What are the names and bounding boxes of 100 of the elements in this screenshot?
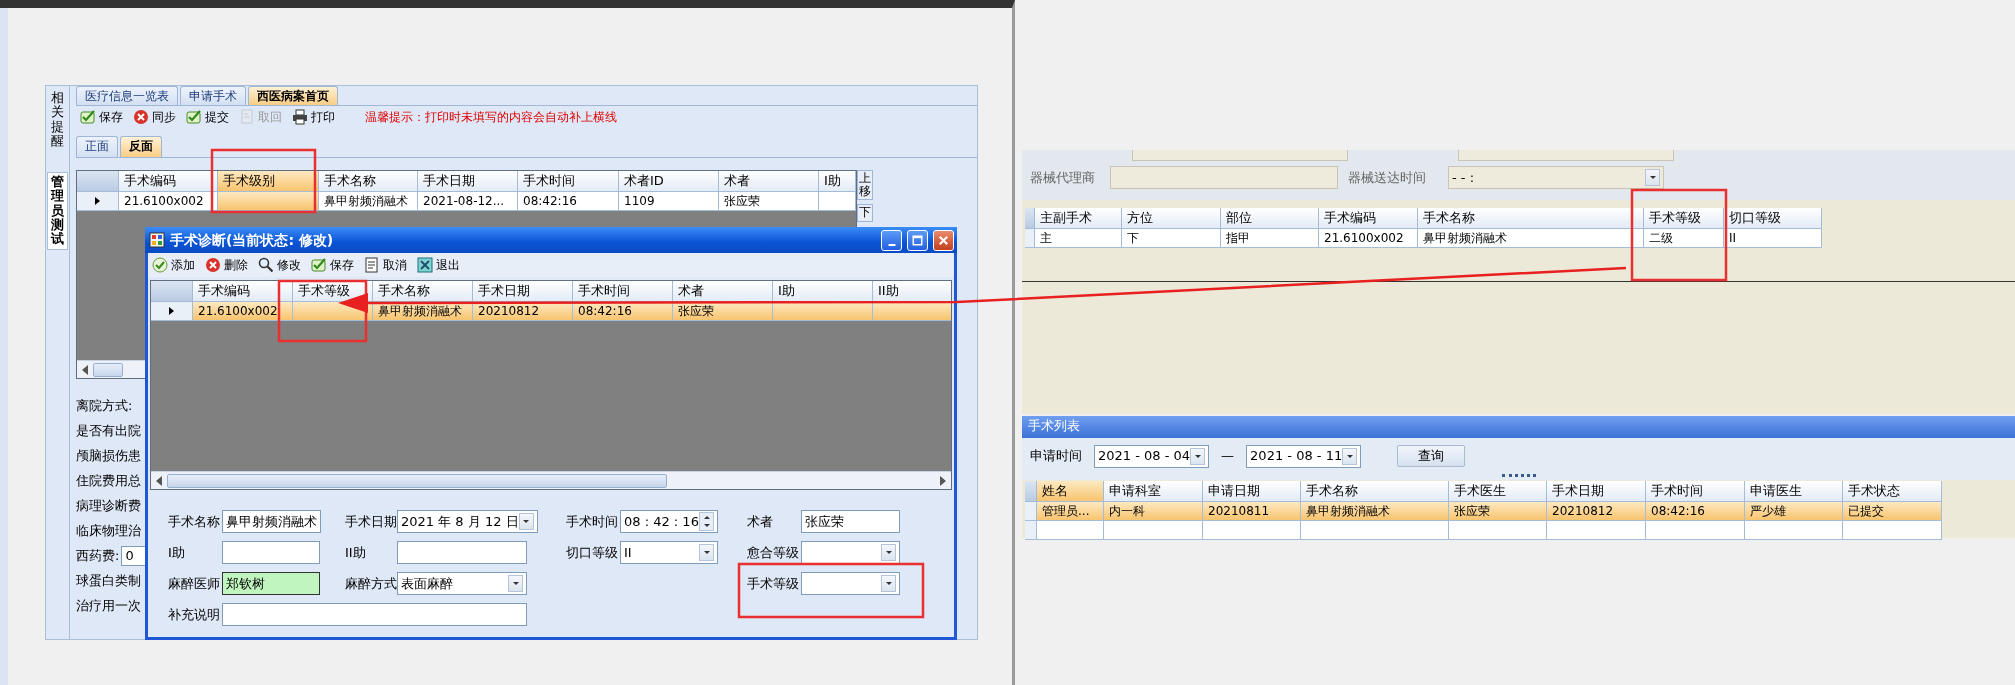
column-header[interactable]: 术者 bbox=[673, 281, 773, 302]
exit-icon bbox=[417, 257, 433, 273]
scroll-left-icon[interactable] bbox=[82, 364, 88, 375]
toolbar-button[interactable]: 同步 bbox=[133, 109, 176, 125]
column-header[interactable]: 手术名称 bbox=[1418, 208, 1644, 229]
field-label: 切口等级 bbox=[566, 544, 619, 561]
toolbar-button[interactable]: 修改 bbox=[258, 257, 301, 273]
field-label: 麻醉方式 bbox=[345, 575, 397, 592]
column-header[interactable]: 手术级别 bbox=[218, 171, 319, 192]
table-cell: 20210811 bbox=[1203, 501, 1301, 521]
toolbar-button[interactable]: 删除 bbox=[205, 257, 248, 273]
column-header[interactable]: 手术名称 bbox=[1301, 481, 1449, 502]
tab[interactable]: 医疗信息一览表 bbox=[76, 86, 178, 105]
toolbar-button[interactable]: 取消 bbox=[364, 257, 407, 273]
column-header[interactable]: 手术日期 bbox=[1547, 481, 1646, 502]
column-header[interactable]: 姓名 bbox=[1037, 481, 1104, 502]
column-header[interactable]: 手术医生 bbox=[1449, 481, 1547, 502]
column-header[interactable]: II助 bbox=[873, 281, 951, 302]
maximize-button[interactable] bbox=[907, 229, 928, 251]
dropdown-field[interactable]: 2021 年 8 月 12 日 bbox=[397, 510, 538, 533]
table-cell: 1109 bbox=[619, 191, 719, 211]
column-header[interactable]: 手术编码 bbox=[1319, 208, 1418, 229]
horizontal-scrollbar[interactable] bbox=[151, 471, 951, 489]
column-header[interactable]: 手术状态 bbox=[1843, 481, 1942, 502]
input-field[interactable]: 鼻甲射频消融术 bbox=[222, 510, 321, 533]
table-cell: 管理员... bbox=[1037, 501, 1104, 521]
check-icon bbox=[80, 109, 96, 125]
scroll-left-icon[interactable] bbox=[156, 475, 162, 486]
input-field[interactable]: 郑钦树 bbox=[222, 572, 320, 595]
dropdown-field[interactable] bbox=[801, 572, 900, 595]
column-header[interactable]: 手术等级 bbox=[1644, 208, 1724, 229]
form-label: 是否有出院 bbox=[76, 422, 141, 439]
minimize-button[interactable] bbox=[881, 229, 902, 251]
column-header[interactable]: 术者 bbox=[719, 171, 819, 192]
column-header[interactable]: 术者ID bbox=[619, 171, 719, 192]
input-field[interactable] bbox=[1458, 150, 1674, 161]
column-header[interactable]: 手术编码 bbox=[193, 281, 293, 302]
column-header[interactable]: 手术时间 bbox=[518, 171, 619, 192]
scroll-thumb[interactable] bbox=[167, 473, 667, 488]
column-header[interactable]: 切口等级 bbox=[1724, 208, 1822, 229]
time-field[interactable]: 08 : 42 : 16 bbox=[620, 510, 718, 533]
row-header[interactable] bbox=[77, 191, 119, 211]
column-header[interactable]: 手术时间 bbox=[573, 281, 673, 302]
table-cell: 内一科 bbox=[1104, 501, 1203, 521]
side-tab[interactable]: 管理员测试 bbox=[47, 172, 68, 250]
column-header[interactable]: 手术日期 bbox=[418, 171, 518, 192]
field-label: II助 bbox=[345, 544, 367, 561]
search-icon bbox=[258, 257, 274, 273]
input-field[interactable]: 张应荣 bbox=[801, 510, 900, 533]
column-header[interactable]: 部位 bbox=[1221, 208, 1319, 229]
query-button[interactable]: 查询 bbox=[1397, 445, 1466, 467]
toolbar-button[interactable]: 提交 bbox=[186, 109, 229, 125]
column-header[interactable]: 手术编码 bbox=[119, 171, 218, 192]
column-header[interactable]: 主副手术 bbox=[1035, 208, 1122, 229]
scroll-thumb[interactable] bbox=[93, 362, 123, 377]
column-header[interactable]: 方位 bbox=[1122, 208, 1221, 229]
column-header[interactable]: 申请科室 bbox=[1104, 481, 1203, 502]
column-header[interactable]: I助 bbox=[819, 171, 856, 192]
sub-tab[interactable]: 正面 bbox=[76, 136, 118, 157]
toolbar-button[interactable]: 保存 bbox=[311, 257, 354, 273]
dropdown-field[interactable] bbox=[801, 541, 900, 564]
input-field[interactable] bbox=[1132, 150, 1348, 161]
check-icon bbox=[311, 257, 327, 273]
tab[interactable]: 西医病案首页 bbox=[248, 86, 338, 105]
dropdown-field[interactable]: 表面麻醉 bbox=[397, 572, 527, 595]
column-header[interactable]: 手术日期 bbox=[473, 281, 573, 302]
form-label: 颅脑损伤患 bbox=[76, 447, 141, 464]
tab[interactable]: 申请手术 bbox=[180, 86, 246, 105]
toolbar-button[interactable]: 保存 bbox=[80, 109, 123, 125]
field-label: 术者 bbox=[747, 513, 774, 530]
dropdown-field[interactable]: 2021 - 08 - 11 bbox=[1246, 444, 1362, 468]
toolbar-button[interactable]: 打印 bbox=[292, 109, 335, 125]
sub-tab[interactable]: 反面 bbox=[120, 136, 162, 157]
column-header[interactable]: I助 bbox=[773, 281, 873, 302]
column-header[interactable]: 申请日期 bbox=[1203, 481, 1301, 502]
move-button[interactable]: 下 bbox=[857, 204, 873, 222]
move-button[interactable]: 上移 bbox=[857, 170, 873, 201]
close-button[interactable] bbox=[933, 229, 954, 251]
dropdown-field[interactable]: - - : bbox=[1448, 166, 1664, 189]
column-header[interactable]: 手术时间 bbox=[1646, 481, 1745, 502]
table-cell: 2021-08-12... bbox=[418, 191, 518, 211]
input-field[interactable] bbox=[1110, 166, 1338, 189]
column-header[interactable]: 申请医生 bbox=[1745, 481, 1843, 502]
toolbar-button[interactable]: 退出 bbox=[417, 257, 460, 273]
row-header[interactable] bbox=[151, 301, 193, 321]
form-label: 病理诊断费 bbox=[76, 497, 141, 514]
scroll-right-icon[interactable] bbox=[940, 475, 946, 486]
field-label: 器械送达时间 bbox=[1348, 169, 1427, 186]
toolbar-button[interactable]: 添加 bbox=[152, 257, 195, 273]
input-field[interactable] bbox=[222, 541, 320, 564]
column-header[interactable]: 手术名称 bbox=[373, 281, 473, 302]
dropdown-field[interactable]: 2021 - 08 - 04 bbox=[1094, 444, 1210, 468]
side-tab[interactable]: 相关提醒 bbox=[48, 89, 67, 151]
table-cell: 20210812 bbox=[1547, 501, 1646, 521]
dropdown-field[interactable]: II bbox=[620, 541, 718, 564]
column-header[interactable]: 手术名称 bbox=[319, 171, 418, 192]
input-field[interactable] bbox=[397, 541, 527, 564]
window-icon bbox=[149, 232, 165, 248]
table-cell: 08:42:16 bbox=[1646, 501, 1745, 521]
input-field[interactable] bbox=[222, 603, 527, 626]
